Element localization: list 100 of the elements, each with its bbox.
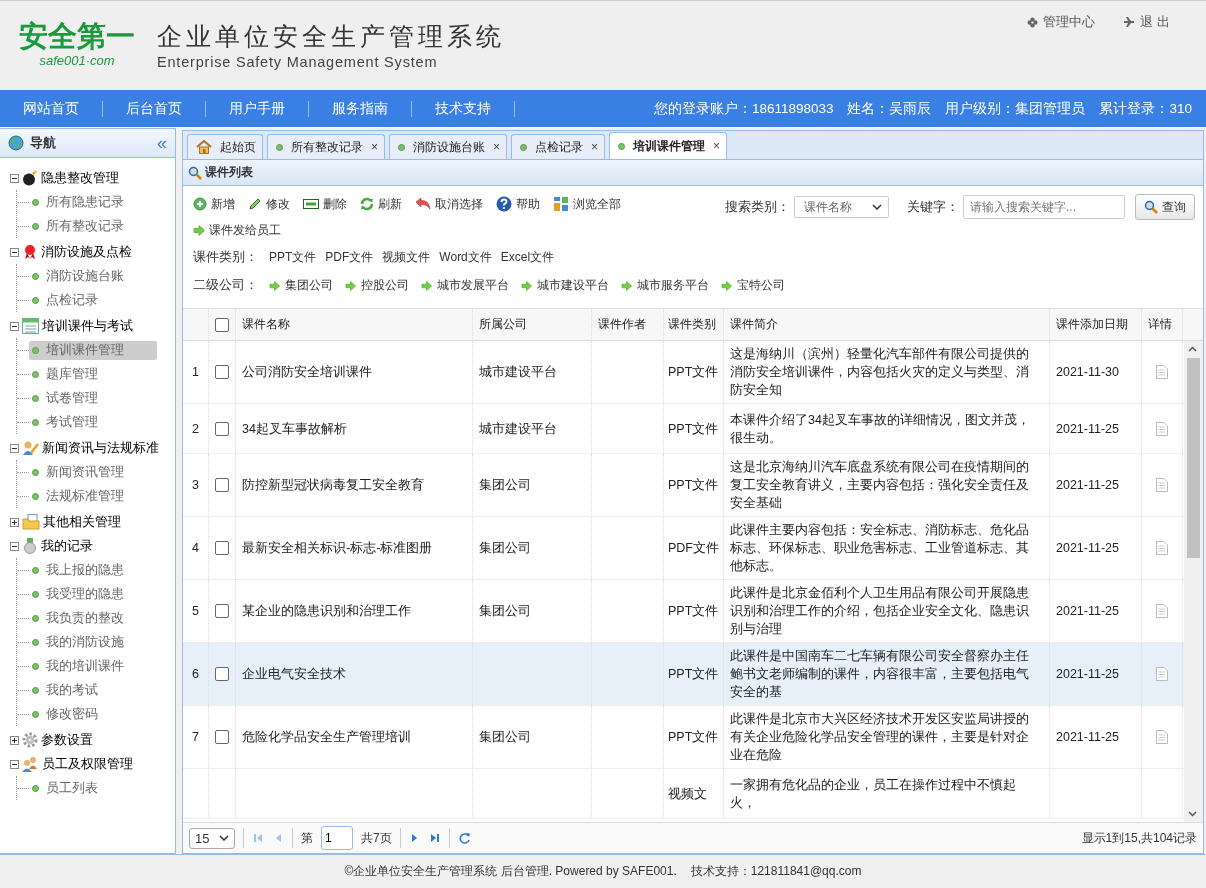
tree-item[interactable]: 修改密码	[29, 704, 157, 724]
close-icon[interactable]: ×	[591, 140, 599, 154]
keyword-field[interactable]: 请输入搜索关键字...	[963, 195, 1125, 219]
search-category-dropdown[interactable]: 课件名称	[794, 196, 889, 218]
filter-link[interactable]: PPT文件	[269, 249, 317, 266]
scrollbar[interactable]	[1184, 341, 1203, 822]
tree-item[interactable]: 题库管理	[29, 364, 157, 384]
filter-link[interactable]: 集团公司	[269, 277, 333, 294]
table-row[interactable]: 7 危险化学品安全生产管理培训 集团公司 PPT文件 此课件是北京市大兴区经济技术开发区安监局讲授的有关企业危险化学品安全管理的课件，主要是针对企业在危险 2021-11-25	[183, 706, 1184, 769]
expand-toggle[interactable]	[10, 517, 19, 527]
filter-link[interactable]: PDF文件	[325, 249, 374, 266]
tree-item[interactable]: 法规标准管理	[29, 486, 157, 506]
filter-link[interactable]: 城市建设平台	[521, 277, 609, 294]
collapse-icon[interactable]: «	[157, 134, 167, 152]
tree-item[interactable]: 我的培训课件	[29, 656, 157, 676]
tab[interactable]: 点检记录 ×	[511, 134, 606, 159]
column-header[interactable]: 课件简介	[724, 309, 1050, 340]
filter-link[interactable]: 控股公司	[345, 277, 409, 294]
nav-link[interactable]: 服务指南	[309, 100, 412, 117]
logout-link[interactable]: 退 出	[1123, 13, 1170, 31]
table-cell-text: 2021-11-25	[1056, 729, 1119, 746]
filter-link[interactable]: Word文件	[439, 249, 492, 266]
toolbar-button[interactable]: 刷新	[360, 194, 409, 214]
table-row[interactable]: 视频文 一家拥有危化品的企业，员工在操作过程中不慎起火，	[183, 769, 1184, 819]
collapse-toggle[interactable]	[10, 759, 19, 769]
collapse-toggle[interactable]	[10, 443, 19, 453]
tree-group-label[interactable]: 员工及权限管理	[42, 755, 133, 773]
tree-group-label[interactable]: 培训课件与考试	[42, 317, 133, 335]
row-checkbox[interactable]	[215, 541, 229, 555]
filter-link[interactable]: 城市服务平台	[621, 277, 709, 294]
tab[interactable]: 培训课件管理 ×	[609, 132, 728, 159]
tree-item[interactable]: 所有整改记录	[29, 216, 157, 236]
tree-item[interactable]: 员工列表	[29, 778, 157, 798]
tree-item[interactable]: 我的消防设施	[29, 632, 157, 652]
close-icon[interactable]: ×	[371, 140, 378, 154]
table-row[interactable]: 6 企业电气安全技术 PPT文件 此课件是中国南车二七车辆有限公司安全督察办主任鲍书文老师编制的课件，内容很丰富，主要包括电气安全的基 2021-11-25	[183, 643, 1184, 706]
tab[interactable]: 起始页	[187, 134, 263, 159]
row-checkbox[interactable]	[215, 421, 229, 436]
column-header[interactable]: 详情	[1142, 309, 1183, 340]
toolbar-button[interactable]: 课件发给员工	[193, 220, 288, 240]
column-header[interactable]: 所属公司	[473, 309, 592, 340]
page-number-field[interactable]: 1	[321, 826, 353, 850]
admin-center-link[interactable]: 管理中心	[1027, 13, 1096, 31]
tree-item[interactable]: 我上报的隐患	[29, 560, 157, 580]
last-page-icon[interactable]	[428, 832, 441, 844]
tree-item[interactable]: 我负责的整改	[29, 608, 157, 628]
tree-item[interactable]: 试卷管理	[29, 388, 157, 408]
filter-link[interactable]: 宝特公司	[721, 277, 785, 294]
nav-link[interactable]: 用户手册	[206, 100, 309, 117]
expand-toggle[interactable]	[10, 735, 19, 745]
tree-item[interactable]: 消防设施台账	[29, 266, 157, 286]
tab[interactable]: 消防设施台账 ×	[389, 134, 508, 159]
collapse-toggle[interactable]	[10, 173, 19, 183]
close-icon[interactable]: ×	[493, 140, 501, 154]
collapse-toggle[interactable]	[10, 247, 19, 257]
select-all-checkbox[interactable]	[215, 317, 229, 332]
collapse-toggle[interactable]	[10, 541, 19, 551]
row-checkbox[interactable]	[215, 667, 229, 681]
close-icon[interactable]: ×	[713, 139, 721, 153]
nav-link[interactable]: 后台首页	[103, 100, 206, 117]
tree-item[interactable]: 考试管理	[29, 412, 157, 432]
toolbar-button[interactable]: 帮助	[496, 194, 547, 214]
search-button[interactable]: 查询	[1135, 194, 1195, 220]
column-header[interactable]: 课件作者	[592, 309, 664, 340]
tree-item[interactable]: 新闻资讯管理	[29, 462, 157, 482]
column-header[interactable]: 课件添加日期	[1050, 309, 1142, 340]
table-row[interactable]: 1 公司消防安全培训课件 城市建设平台 PPT文件 这是海纳川（滨州）轻量化汽车部件有限公司提供的消防安全培训课件，内容包括火灾的定义与类型、消防安全知 2021-11-30	[183, 341, 1184, 404]
toolbar-button[interactable]: 浏览全部	[553, 194, 628, 214]
collapse-toggle[interactable]	[10, 321, 19, 331]
tree-group-label[interactable]: 隐患整改管理	[41, 169, 119, 187]
filter-link[interactable]: Excel文件	[500, 249, 555, 266]
toolbar-button[interactable]: 取消选择	[415, 194, 490, 214]
tree-item[interactable]: 点检记录	[29, 290, 157, 310]
table-row[interactable]: 3 防控新型冠状病毒复工安全教育 集团公司 PPT文件 这是北京海纳川汽车底盘系统有限公司在疫情期间的复工安全教育讲义，主要内容包括：强化安全责任及安全基础 2021-11-25	[183, 454, 1184, 517]
filter-link[interactable]: 城市发展平台	[421, 277, 509, 294]
nav-link[interactable]: 技术支持	[412, 100, 515, 117]
filter-link[interactable]: 视频文件	[382, 249, 431, 266]
tree-item[interactable]: 我的考试	[29, 680, 157, 700]
row-checkbox[interactable]	[215, 365, 229, 379]
toolbar-button[interactable]: 新增	[193, 194, 242, 214]
nav-link[interactable]: 网站首页	[0, 100, 103, 117]
table-row[interactable]: 4 最新安全相关标识-标志-标准图册 集团公司 PDF文件 此课件主要内容包括：安全标志、消防标志、危化品标志、环保标志、职业危害标志、工业管道标志、其他标志。 2021-11-25	[183, 517, 1184, 580]
tree-item[interactable]: 所有隐患记录	[29, 192, 157, 212]
tree-item[interactable]: 培训课件管理	[29, 340, 157, 360]
tab[interactable]: 所有整改记录 ×	[267, 134, 385, 159]
row-checkbox[interactable]	[215, 604, 229, 618]
refresh-icon[interactable]	[457, 831, 471, 845]
tree-item[interactable]: 我受理的隐患	[29, 584, 157, 604]
tree-group-label[interactable]: 其他相关管理	[43, 513, 121, 531]
row-checkbox[interactable]	[215, 730, 229, 744]
tree-group-label[interactable]: 新闻资讯与法规标准	[42, 439, 159, 457]
page-size-dropdown[interactable]: 15	[189, 827, 235, 849]
column-header[interactable]: 课件名称	[236, 309, 473, 340]
toolbar-button[interactable]: 修改	[248, 194, 297, 214]
row-checkbox[interactable]	[215, 478, 229, 492]
toolbar-button[interactable]: 删除	[303, 194, 354, 214]
tree-group-label[interactable]: 参数设置	[41, 731, 93, 749]
tree-group-label[interactable]: 消防设施及点检	[41, 243, 132, 261]
tree-group-label[interactable]: 我的记录	[41, 537, 93, 555]
column-header[interactable]: 课件类别	[664, 309, 724, 340]
